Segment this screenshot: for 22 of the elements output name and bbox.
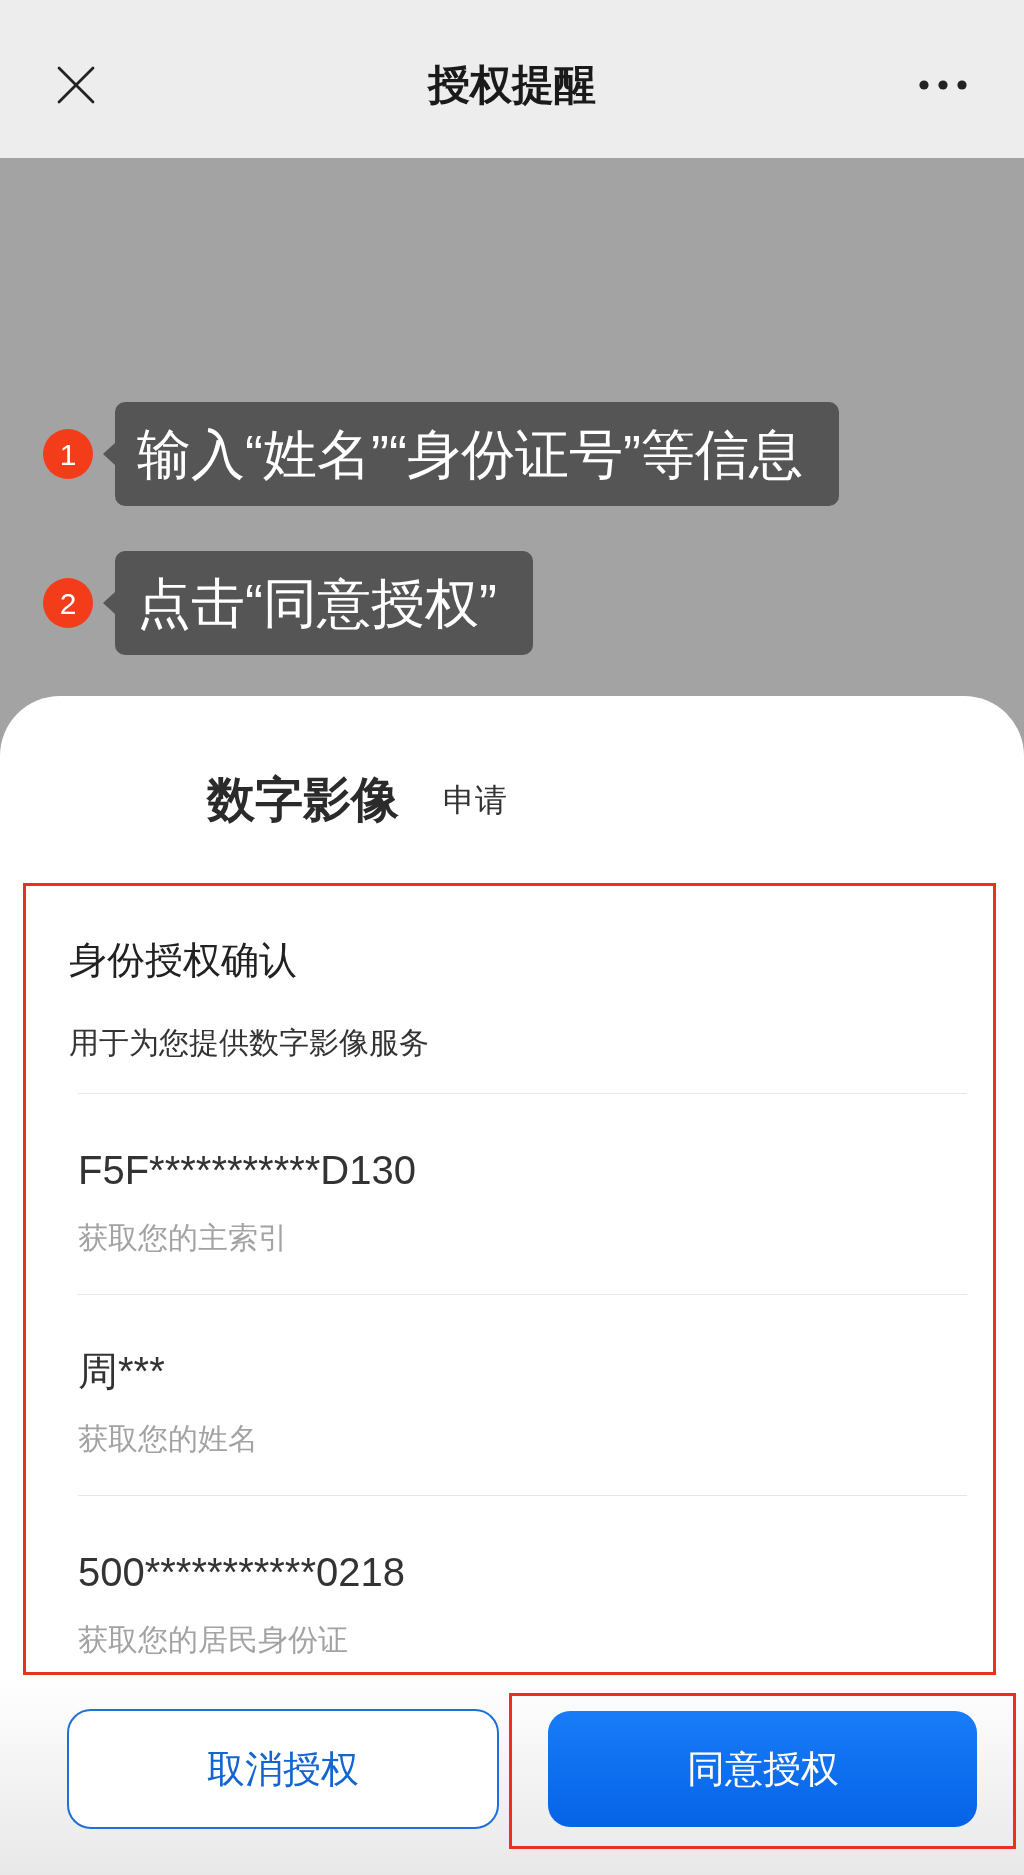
masked-value: F5F***********D130 bbox=[78, 1147, 416, 1194]
cancel-button[interactable]: 取消授权 bbox=[67, 1709, 499, 1829]
field-description: 获取您的居民身份证 bbox=[78, 1622, 348, 1658]
masked-value: 500***********0218 bbox=[78, 1549, 405, 1596]
pointer-icon bbox=[103, 592, 115, 614]
field-description: 获取您的主索引 bbox=[78, 1220, 288, 1256]
app-name: 数字影像 bbox=[207, 772, 399, 828]
confirm-button[interactable]: 同意授权 bbox=[548, 1711, 977, 1827]
pointer-icon bbox=[103, 443, 115, 465]
step-badge: 2 bbox=[43, 578, 93, 628]
more-icon bbox=[919, 80, 967, 90]
request-label: 申请 bbox=[443, 781, 507, 820]
tip-label: 输入“姓名”“身份证号”等信息 bbox=[115, 402, 839, 506]
masked-value: 周*** bbox=[78, 1348, 165, 1395]
card-subtitle: 用于为您提供数字影像服务 bbox=[68, 1025, 430, 1061]
close-icon bbox=[57, 66, 95, 104]
step-badge: 1 bbox=[43, 429, 93, 479]
page-title: 授权提醒 bbox=[428, 60, 596, 110]
field-description: 获取您的姓名 bbox=[78, 1421, 258, 1457]
close-button[interactable] bbox=[56, 65, 96, 105]
tip-label: 点击“同意授权” bbox=[115, 551, 533, 655]
card-title: 身份授权确认 bbox=[68, 938, 298, 983]
